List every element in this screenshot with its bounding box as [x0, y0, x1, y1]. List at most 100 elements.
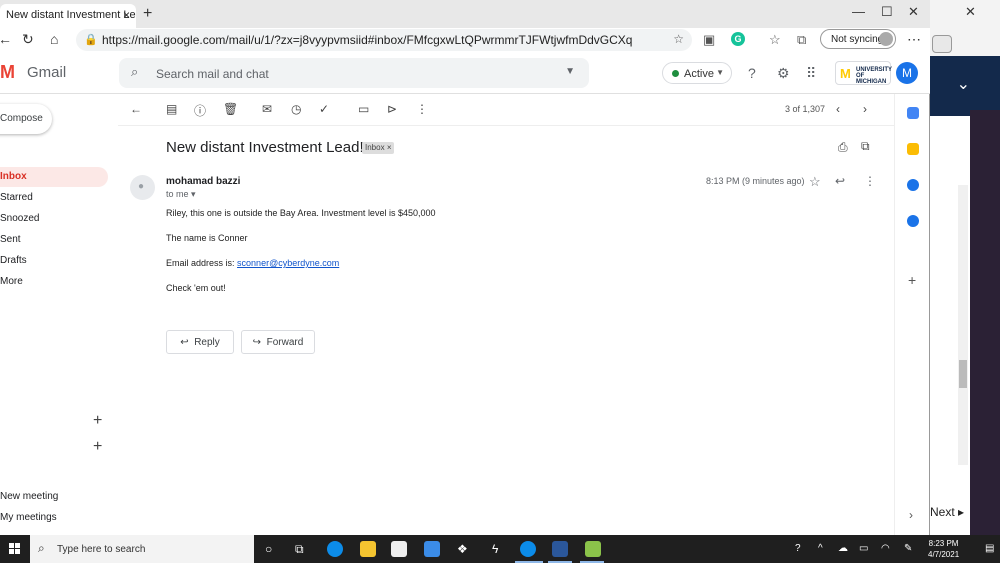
cortana-icon[interactable]: ○ [265, 542, 272, 556]
scrollbar[interactable] [958, 185, 968, 465]
search-input[interactable]: Search mail and chat [156, 67, 269, 81]
more-actions-icon[interactable]: ⋮ [864, 174, 876, 188]
contacts-icon[interactable] [907, 215, 919, 227]
url-field[interactable]: 🔒 https://mail.google.com/mail/u/1/?zx=j… [76, 29, 692, 51]
inbox-label-chip[interactable]: Inbox × [362, 142, 395, 154]
gmail-logo-icon[interactable]: M [0, 62, 15, 83]
chevron-down-icon: ▼ [716, 68, 724, 77]
add-label-icon[interactable]: + [93, 412, 102, 430]
nav-item-inbox[interactable]: Inbox [0, 167, 108, 187]
collections-icon[interactable]: ⧉ [797, 32, 806, 48]
chevron-down-icon[interactable]: ▾ [191, 189, 196, 199]
browser-menu-icon[interactable]: ⋯ [907, 31, 921, 48]
scrollbar-thumb[interactable] [959, 360, 967, 388]
close-icon[interactable]: ✕ [965, 4, 976, 20]
nav-item-more[interactable]: More [0, 272, 108, 292]
tab-close-icon[interactable]: × [123, 8, 130, 22]
chevron-down-icon[interactable]: ⌄ [957, 74, 970, 94]
task-view-icon[interactable]: ⧉ [295, 542, 304, 557]
back-to-inbox-icon[interactable]: ← [130, 102, 142, 116]
search-icon[interactable]: ⌕ [131, 64, 138, 80]
file-explorer-icon[interactable] [360, 541, 376, 557]
reply-button[interactable]: ↩ Reply [166, 330, 234, 354]
newer-icon[interactable]: ‹ [836, 102, 840, 116]
sync-button[interactable]: Not syncing [820, 29, 896, 49]
open-new-window-icon[interactable]: ⧉ [861, 139, 870, 154]
apps-grid-icon[interactable]: ⠿ [806, 65, 816, 82]
windows-start-icon[interactable] [9, 543, 21, 555]
trash-icon[interactable]: 🗑 [223, 102, 238, 116]
profile-avatar[interactable] [932, 35, 952, 53]
refresh-icon[interactable]: ↻ [22, 31, 34, 48]
word-icon[interactable] [552, 541, 568, 557]
gear-icon[interactable]: ⚙ [777, 65, 790, 82]
app-icon[interactable]: ϟ [492, 542, 498, 556]
search-bar[interactable]: ⌕ Search mail and chat ▼ [119, 58, 589, 88]
email-link[interactable]: sconner@cyberdyne.com [237, 258, 339, 268]
gmail-logo[interactable]: Gmail [27, 64, 66, 81]
keep-icon[interactable] [907, 143, 919, 155]
home-icon[interactable]: ⌂ [50, 31, 58, 47]
report-spam-icon[interactable]: ⓘ [194, 102, 206, 119]
minimize-icon[interactable]: — [852, 4, 865, 19]
compose-button[interactable]: Compose [0, 104, 52, 134]
maximize-icon[interactable]: ☐ [881, 4, 893, 20]
edge-active-icon[interactable] [520, 541, 536, 557]
label-icon[interactable]: ⊳ [387, 102, 397, 116]
move-to-icon[interactable]: ▭ [358, 102, 369, 116]
grammarly-icon[interactable]: G [731, 32, 745, 46]
archive-icon[interactable]: ▤ [166, 102, 177, 116]
notification-icon[interactable]: ▤ [985, 543, 994, 554]
nav-item-snoozed[interactable]: Snoozed [0, 209, 108, 229]
help-tray-icon[interactable]: ? [795, 543, 801, 554]
taskbar-search[interactable]: ⌕ Type here to search [30, 535, 254, 563]
remove-label-icon[interactable]: × [387, 143, 392, 152]
forward-button[interactable]: ↪ Forward [241, 330, 315, 354]
chevron-up-icon[interactable]: ^ [818, 543, 823, 554]
org-logo[interactable]: M UNIVERSITY OF MICHIGAN [835, 61, 892, 85]
tasks-icon[interactable] [907, 179, 919, 191]
add-task-icon[interactable]: ✓ [319, 102, 329, 116]
calendar-icon[interactable] [907, 107, 919, 119]
add-chat-icon[interactable]: + [93, 438, 102, 456]
onedrive-icon[interactable]: ☁ [838, 543, 848, 554]
status-button[interactable]: Active ▼ [662, 62, 732, 84]
dropbox-icon[interactable]: ❖ [457, 542, 468, 556]
pen-icon[interactable]: ✎ [904, 543, 912, 554]
store-icon[interactable] [391, 541, 407, 557]
chart-app-icon[interactable] [585, 541, 601, 557]
mark-unread-icon[interactable]: ✉ [262, 102, 272, 116]
reply-icon[interactable]: ↩ [835, 174, 845, 188]
help-icon[interactable]: ? [748, 65, 756, 81]
account-avatar[interactable]: M [896, 62, 918, 84]
system-clock[interactable]: 8:23 PM 4/7/2021 [928, 538, 959, 560]
back-icon[interactable]: ← [0, 31, 12, 47]
my-meetings-link[interactable]: My meetings [0, 512, 57, 523]
favorites-icon[interactable]: ☆ [769, 32, 781, 48]
next-button[interactable]: Next ▸ [930, 505, 964, 519]
recipient-details[interactable]: to me ▾ [166, 189, 196, 200]
nav-item-drafts[interactable]: Drafts [0, 251, 108, 271]
new-meeting-link[interactable]: New meeting [0, 491, 58, 502]
star-icon[interactable]: ☆ [809, 174, 821, 190]
nav-item-starred[interactable]: Starred [0, 188, 108, 208]
older-icon[interactable]: › [863, 102, 867, 116]
extension-icon[interactable]: ▣ [703, 32, 715, 48]
favorite-star-icon[interactable]: ☆ [673, 32, 684, 46]
close-window-icon[interactable]: ✕ [908, 4, 919, 20]
snooze-icon[interactable]: ◷ [291, 102, 301, 116]
print-icon[interactable]: ⎙ [838, 140, 848, 155]
expand-panel-icon[interactable]: › [909, 508, 913, 522]
mail-icon[interactable] [424, 541, 440, 557]
wifi-icon[interactable]: ◠ [881, 543, 890, 554]
edge-icon[interactable] [327, 541, 343, 557]
battery-icon[interactable]: ▭ [859, 543, 868, 554]
lock-icon[interactable]: 🔒 [84, 33, 98, 46]
more-options-icon[interactable]: ⋮ [416, 102, 428, 116]
taskbar-search-input[interactable]: Type here to search [57, 544, 145, 555]
get-addons-icon[interactable]: + [908, 272, 916, 288]
search-options-icon[interactable]: ▼ [565, 66, 575, 77]
tab-gmail[interactable]: New distant Investment Lead! - u × [0, 4, 136, 28]
new-tab-button[interactable]: + [143, 5, 152, 23]
nav-item-sent[interactable]: Sent [0, 230, 108, 250]
